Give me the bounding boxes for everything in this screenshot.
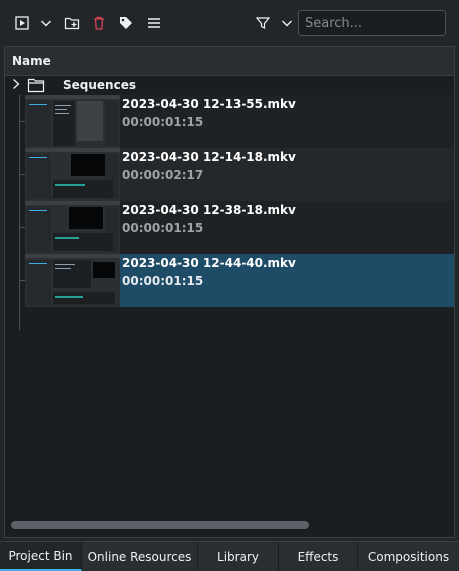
folder-label: Sequences xyxy=(63,78,136,92)
clip-row[interactable]: 2023-04-30 12-38-18.mkv 00:00:01:15 xyxy=(25,201,454,254)
clip-thumbnail-image xyxy=(25,201,120,254)
new-folder-button[interactable] xyxy=(60,11,84,35)
clip-duration: 00:00:01:15 xyxy=(122,221,204,235)
dock-tab-bar: Project Bin Online Resources Library Eff… xyxy=(0,541,459,571)
clip-thumbnail xyxy=(25,201,120,254)
clip-duration: 00:00:01:15 xyxy=(122,274,204,288)
column-header-name[interactable]: Name xyxy=(5,47,454,76)
tab-library[interactable]: Library xyxy=(198,542,279,571)
project-bin-panel: Name Sequences 2023-04-30 12-13-55.mkv 0… xyxy=(4,46,455,538)
chevron-down-icon xyxy=(41,20,51,27)
tree-branch-line xyxy=(19,95,20,330)
clip-thumbnail xyxy=(25,254,120,307)
delete-icon xyxy=(94,16,104,30)
clip-thumbnail-image xyxy=(25,95,120,148)
clip-row[interactable]: 2023-04-30 12-13-55.mkv 00:00:01:15 xyxy=(25,95,454,148)
tab-online-resources[interactable]: Online Resources xyxy=(82,542,198,571)
horizontal-scrollbar[interactable] xyxy=(11,521,309,529)
add-clip-icon xyxy=(15,16,29,30)
chevron-right-icon[interactable] xyxy=(11,78,21,90)
clip-name: 2023-04-30 12-44-40.mkv xyxy=(122,256,296,270)
tab-project-bin[interactable]: Project Bin xyxy=(0,542,82,571)
delete-clip-button[interactable] xyxy=(87,11,111,35)
clip-row-selected[interactable]: 2023-04-30 12-44-40.mkv 00:00:01:15 xyxy=(25,254,454,307)
search-input[interactable] xyxy=(298,10,446,36)
add-clip-button[interactable] xyxy=(10,11,34,35)
clip-thumbnail xyxy=(25,95,120,148)
bin-menu-button[interactable] xyxy=(142,11,166,35)
tab-effects[interactable]: Effects xyxy=(279,542,358,571)
column-header-label: Name xyxy=(12,54,51,68)
clip-thumbnail-image xyxy=(25,148,120,201)
clip-thumbnail-image xyxy=(25,254,120,307)
folder-icon xyxy=(27,78,45,93)
clip-name: 2023-04-30 12-14-18.mkv xyxy=(122,150,296,164)
menu-icon xyxy=(148,18,160,28)
clip-row[interactable]: 2023-04-30 12-14-18.mkv 00:00:02:17 xyxy=(25,148,454,201)
tab-compositions[interactable]: Compositions xyxy=(358,542,459,571)
clip-name: 2023-04-30 12-38-18.mkv xyxy=(122,203,296,217)
filter-icon xyxy=(255,17,271,29)
chevron-down-icon xyxy=(282,20,292,27)
tag-icon xyxy=(120,17,132,29)
clip-duration: 00:00:02:17 xyxy=(122,168,204,182)
clip-duration: 00:00:01:15 xyxy=(122,115,204,129)
new-folder-icon xyxy=(64,17,80,30)
clip-name: 2023-04-30 12-13-55.mkv xyxy=(122,97,296,111)
filter-menu-button[interactable] xyxy=(277,11,297,35)
filter-button[interactable] xyxy=(251,11,275,35)
clip-thumbnail xyxy=(25,148,120,201)
add-clip-menu-button[interactable] xyxy=(36,11,56,35)
bin-toolbar xyxy=(0,0,459,46)
folder-row-sequences[interactable]: Sequences xyxy=(5,75,454,95)
tag-button[interactable] xyxy=(114,11,138,35)
